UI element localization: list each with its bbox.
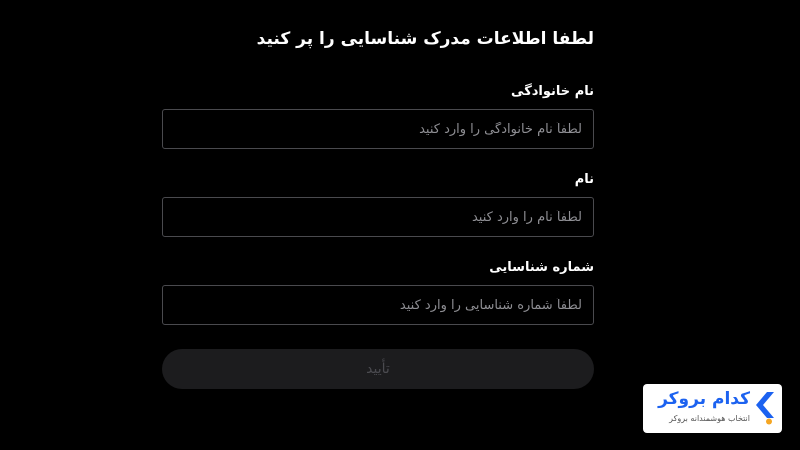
brand-badge[interactable]: کدام بروکر انتخاب هوشمندانه بروکر [643, 384, 782, 433]
last-name-label: نام خانوادگی [511, 84, 594, 99]
submit-button[interactable]: تأیید [162, 349, 594, 389]
first-name-input[interactable] [162, 197, 594, 237]
chevron-logo-icon [756, 392, 774, 425]
id-number-label: شماره شناسایی [489, 260, 594, 275]
brand-name: کدام بروکر [658, 389, 750, 409]
page: لطفا اطلاعات مدرک شناسایی را پر کنید نام… [0, 0, 800, 450]
first-name-label: نام [574, 172, 594, 187]
id-number-input[interactable] [162, 285, 594, 325]
brand-tagline: انتخاب هوشمندانه بروکر [669, 414, 750, 423]
form-title: لطفا اطلاعات مدرک شناسایی را پر کنید [256, 29, 594, 49]
last-name-input[interactable] [162, 109, 594, 149]
